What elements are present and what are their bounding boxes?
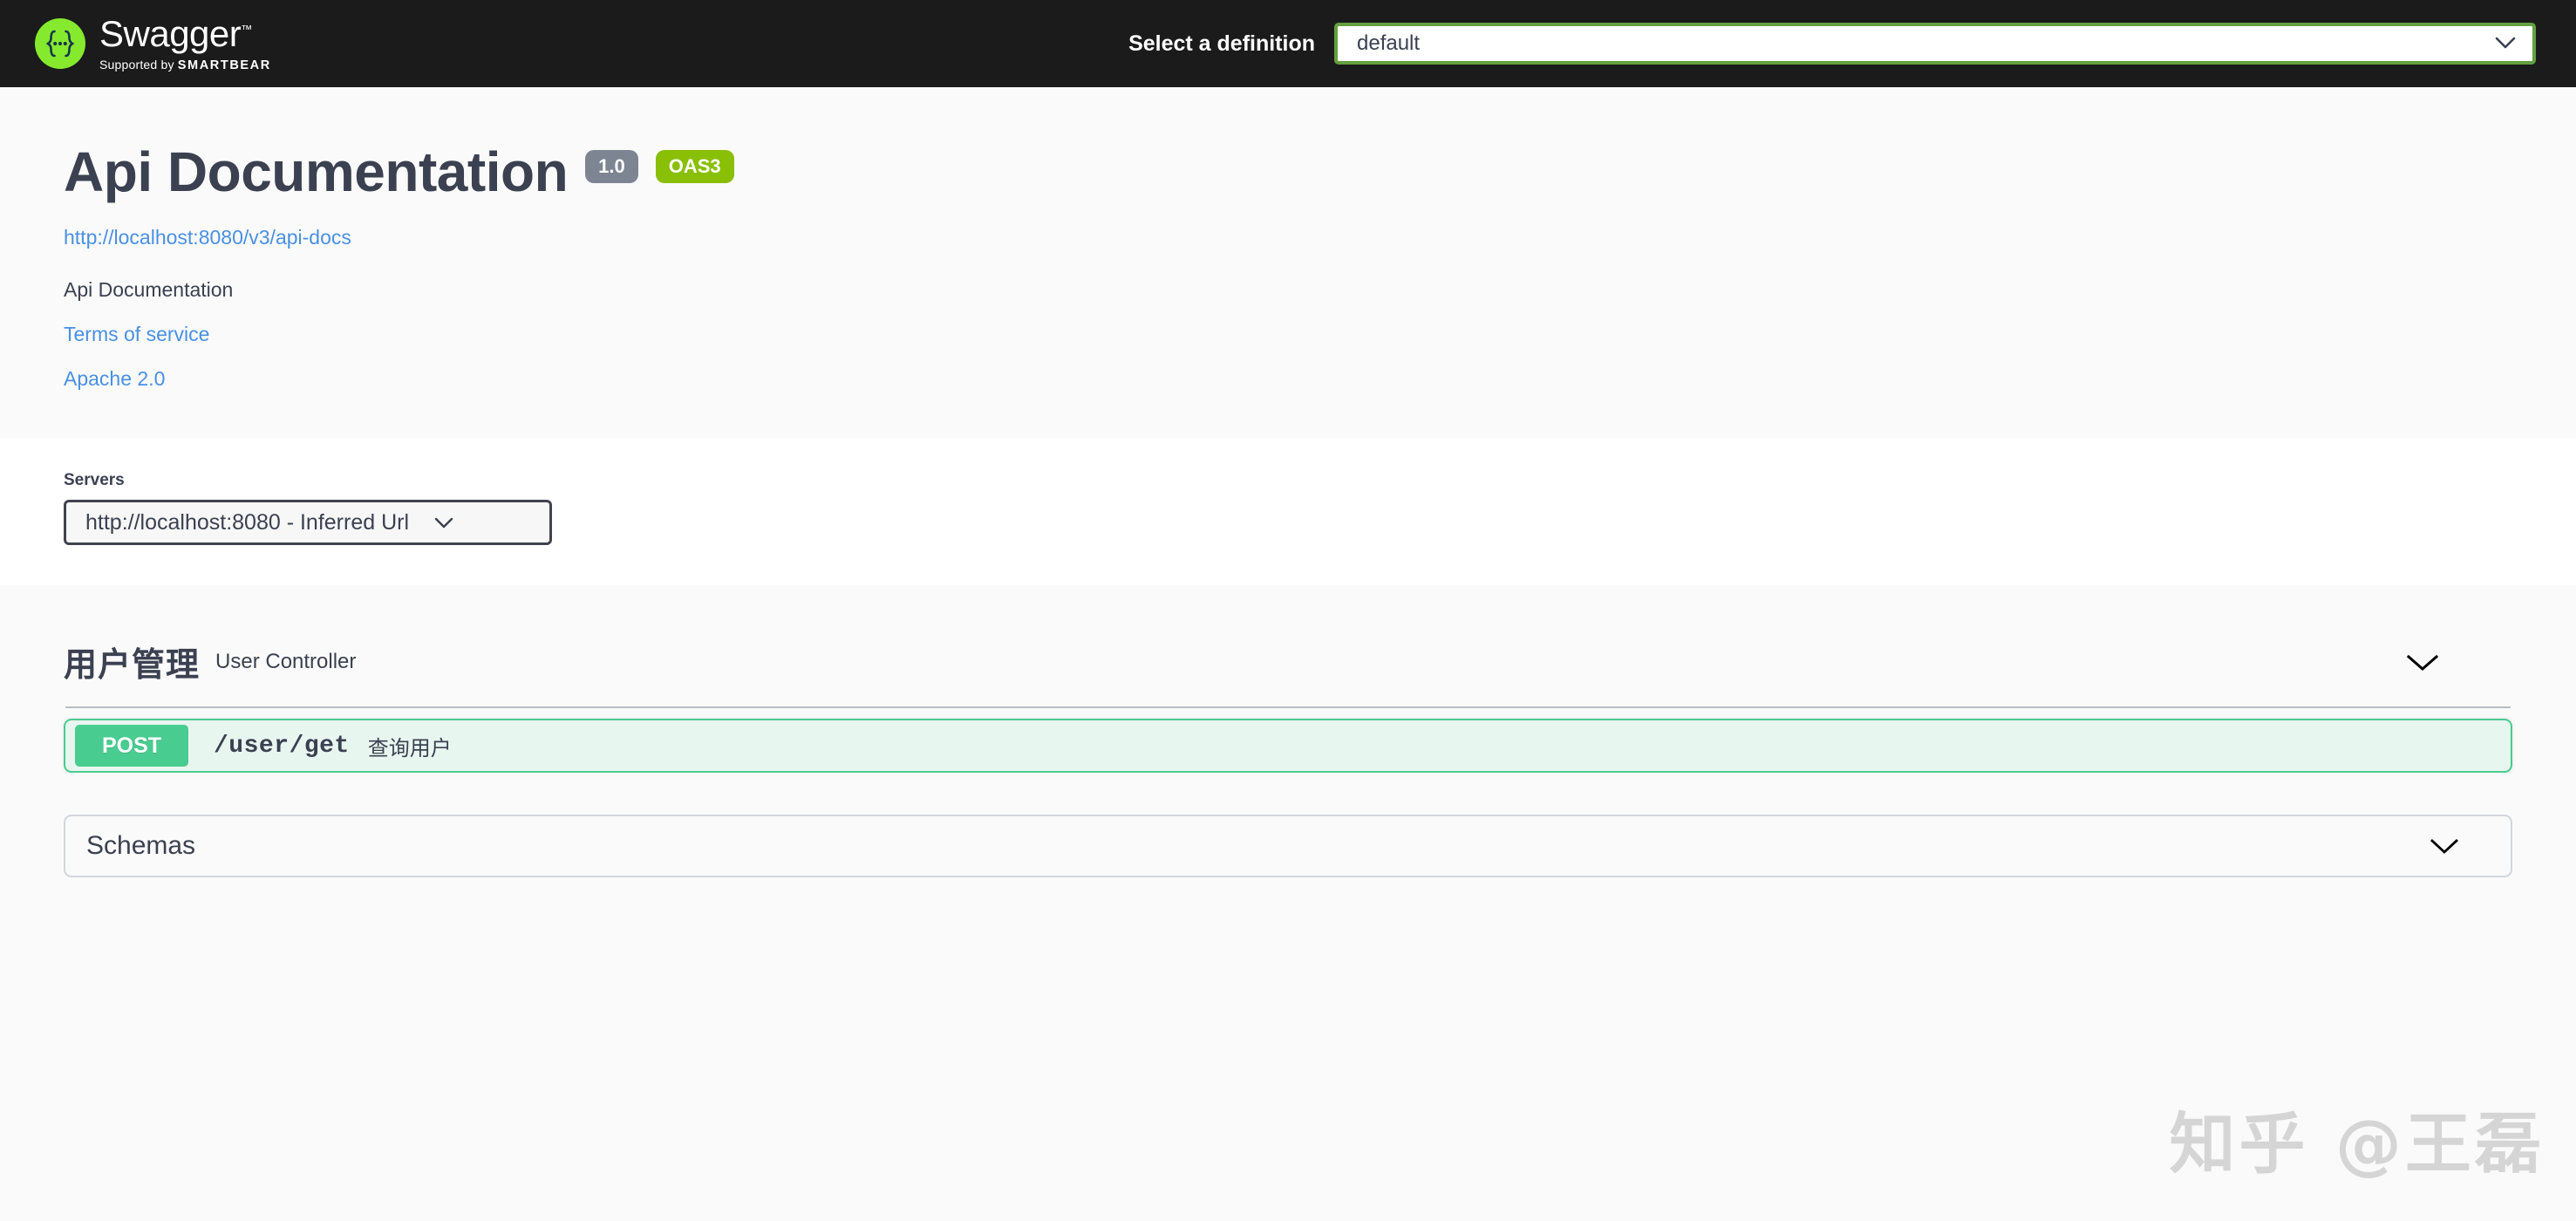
tag-header-用户管理[interactable]: 用户管理 User Controller [64, 624, 2512, 706]
schemas-expand-chevron-down-icon[interactable] [2429, 836, 2460, 856]
tag-expand-chevron-down-icon[interactable] [2404, 651, 2441, 672]
operation-summary: 查询用户 [367, 736, 452, 761]
operations-section: 用户管理 User Controller POST /user/get 查询用户 [0, 585, 2576, 774]
trademark-symbol: ™ [241, 22, 252, 36]
operation-row-post-user-get[interactable]: POST /user/get 查询用户 [64, 719, 2512, 774]
swagger-logo-icon [35, 18, 85, 69]
brand-name: Swagger™ [99, 12, 252, 54]
tag-name: 用户管理 [64, 647, 201, 685]
terms-of-service-link[interactable]: Terms of service [64, 323, 2512, 346]
servers-section: Servers http://localhost:8080 - Inferred… [0, 438, 2576, 586]
definition-label: Select a definition [1128, 31, 1315, 56]
servers-label: Servers [64, 471, 125, 490]
api-description: Api Documentation [64, 278, 234, 302]
license-link[interactable]: Apache 2.0 [64, 367, 2512, 391]
page-title: Api Documentation [64, 140, 569, 203]
api-info-section: Api Documentation 1.0 OAS3 http://localh… [0, 87, 2576, 439]
title-row: Api Documentation 1.0 OAS3 [64, 141, 2512, 202]
schemas-toggle[interactable]: Schemas [64, 815, 2512, 878]
server-select[interactable]: http://localhost:8080 - Inferred Url [64, 500, 552, 546]
operation-path: /user/get [214, 732, 350, 760]
chevron-down-icon [433, 510, 454, 535]
oas-badge: OAS3 [655, 150, 734, 183]
tag-description: User Controller [215, 649, 357, 673]
definition-select[interactable]: default [1334, 23, 2536, 65]
schemas-title: Schemas [86, 831, 196, 861]
http-method-badge: POST [75, 725, 188, 767]
definition-select-value: default [1357, 31, 1421, 55]
tag-divider [65, 706, 2511, 709]
watermark-overlay: 知乎 @王磊 [2169, 1105, 2545, 1183]
swagger-brand[interactable]: Swagger™ Supported by SMARTBEAR [35, 12, 271, 72]
topbar: Swagger™ Supported by SMARTBEAR Select a… [0, 0, 2576, 87]
server-select-value: http://localhost:8080 - Inferred Url [85, 509, 410, 535]
api-docs-url-link[interactable]: http://localhost:8080/v3/api-docs [64, 226, 2512, 249]
brand-subtitle: Supported by SMARTBEAR [99, 57, 271, 72]
schemas-section: Schemas [0, 773, 2576, 878]
version-badge: 1.0 [585, 150, 638, 183]
chevron-down-icon [2494, 31, 2517, 56]
definition-selector-group: Select a definition default [1128, 23, 2536, 65]
